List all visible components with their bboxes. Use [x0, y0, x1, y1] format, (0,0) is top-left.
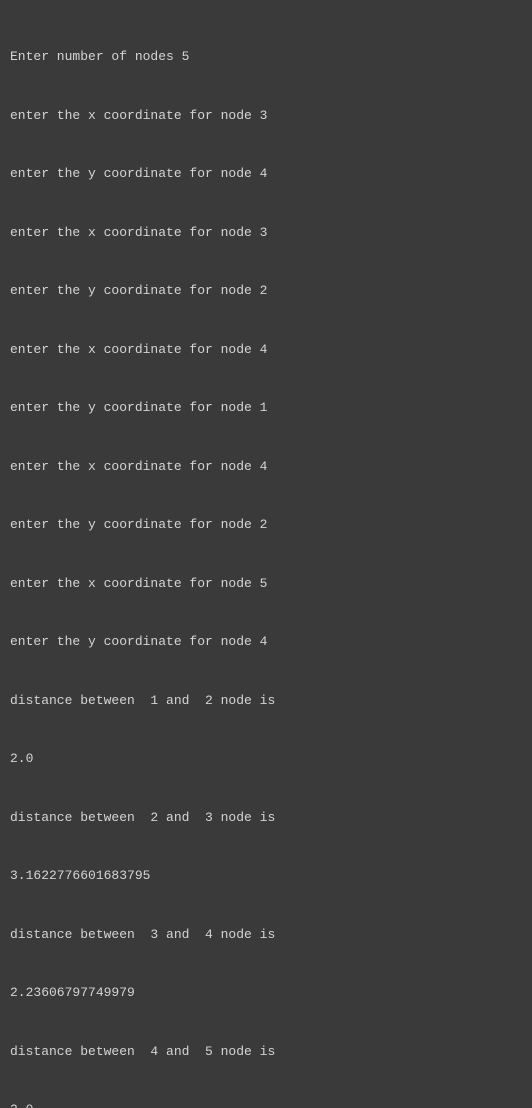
output-line: enter the x coordinate for node 4	[10, 457, 522, 477]
output-line: 2.0	[10, 749, 522, 769]
output-line: Enter number of nodes 5	[10, 47, 522, 67]
output-line: 3.1622776601683795	[10, 866, 522, 886]
output-line: enter the y coordinate for node 1	[10, 398, 522, 418]
output-line: distance between 4 and 5 node is	[10, 1042, 522, 1062]
output-line: enter the x coordinate for node 4	[10, 340, 522, 360]
output-line: enter the y coordinate for node 2	[10, 515, 522, 535]
output-line: enter the x coordinate for node 3	[10, 106, 522, 126]
output-line: 2.0	[10, 1100, 522, 1108]
output-line: enter the x coordinate for node 3	[10, 223, 522, 243]
output-line: distance between 3 and 4 node is	[10, 925, 522, 945]
terminal-output: Enter number of nodes 5 enter the x coor…	[10, 8, 522, 1108]
output-line: enter the x coordinate for node 5	[10, 574, 522, 594]
output-line: 2.23606797749979	[10, 983, 522, 1003]
output-line: distance between 2 and 3 node is	[10, 808, 522, 828]
output-line: enter the y coordinate for node 2	[10, 281, 522, 301]
output-line: enter the y coordinate for node 4	[10, 632, 522, 652]
output-line: distance between 1 and 2 node is	[10, 691, 522, 711]
output-line: enter the y coordinate for node 4	[10, 164, 522, 184]
